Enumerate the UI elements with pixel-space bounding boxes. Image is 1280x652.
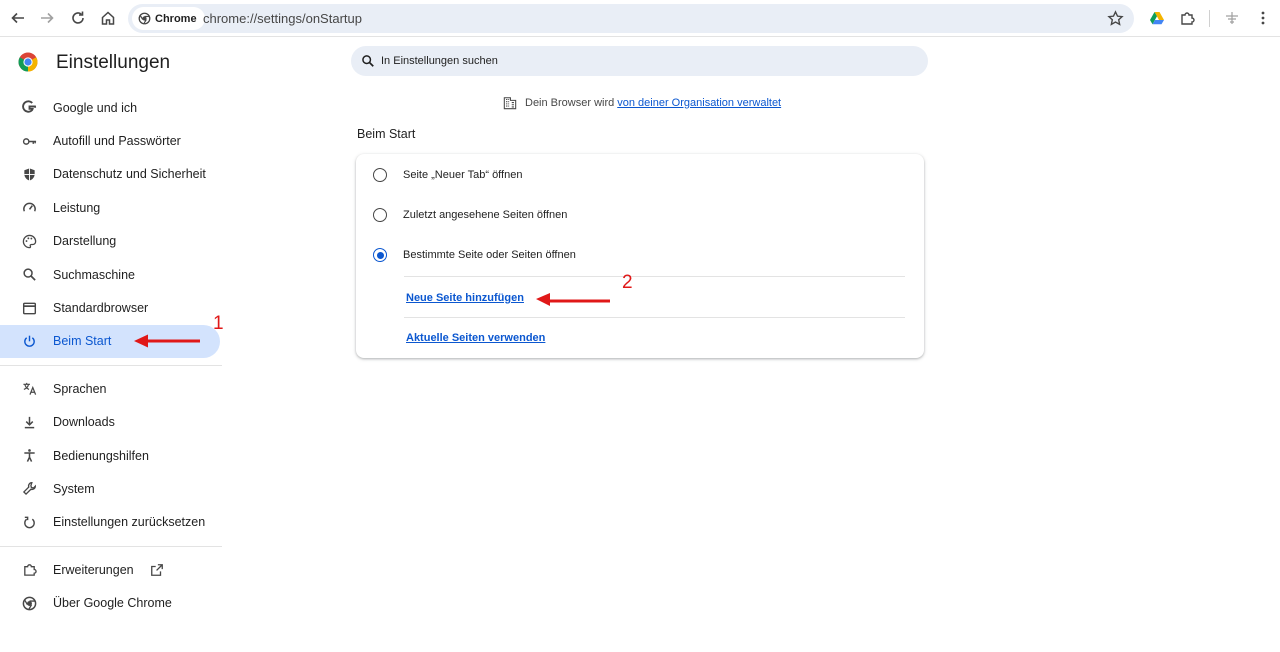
- profile-avatar-icon[interactable]: [1220, 6, 1244, 30]
- google-icon: [21, 100, 37, 116]
- card-divider: [404, 276, 905, 277]
- sidebar-item-default-browser[interactable]: Standardbrowser: [0, 291, 222, 324]
- sidebar-item-label: Leistung: [53, 200, 101, 215]
- radio-label: Zuletzt angesehene Seiten öffnen: [403, 209, 568, 221]
- wrench-icon: [21, 481, 37, 497]
- kebab-menu-icon[interactable]: [1251, 6, 1275, 30]
- sidebar-item-reset[interactable]: Einstellungen zurücksetzen: [0, 506, 222, 539]
- radio-option-new-tab[interactable]: Seite „Neuer Tab“ öffnen: [356, 155, 924, 195]
- power-icon: [21, 333, 37, 349]
- toolbar-divider: [1209, 10, 1210, 27]
- reset-icon: [21, 514, 37, 530]
- sidebar-item-performance[interactable]: Leistung: [0, 191, 222, 224]
- sidebar-item-label: Downloads: [53, 415, 115, 430]
- radio-button[interactable]: [373, 208, 387, 222]
- radio-label: Bestimmte Seite oder Seiten öffnen: [403, 249, 576, 261]
- browser-toolbar: Chrome chrome://settings/onStartup: [0, 0, 1280, 37]
- search-input[interactable]: [381, 55, 901, 67]
- reload-icon[interactable]: [66, 6, 90, 30]
- sidebar-item-label: Autofill und Passwörter: [53, 134, 181, 149]
- managed-text: Dein Browser wird: [525, 97, 615, 109]
- sidebar-item-search-engine[interactable]: Suchmaschine: [0, 258, 222, 291]
- annotation-arrow-2: [536, 293, 610, 306]
- radio-option-continue[interactable]: Zuletzt angesehene Seiten öffnen: [356, 195, 924, 235]
- accessibility-icon: [21, 448, 37, 464]
- annotation-arrow-1: [134, 334, 200, 348]
- sidebar-item-label: Suchmaschine: [53, 267, 135, 282]
- chrome-logo-icon: [18, 52, 38, 72]
- sidebar-divider: [0, 365, 222, 367]
- sidebar-item-label: System: [53, 481, 95, 496]
- forward-arrow-icon[interactable]: [35, 6, 59, 30]
- search-icon: [362, 55, 374, 67]
- sidebar-item-label: Standardbrowser: [53, 301, 149, 316]
- section-title: Beim Start: [357, 127, 416, 141]
- sidebar-item-autofill[interactable]: Autofill und Passwörter: [0, 124, 222, 157]
- page-title: Einstellungen: [56, 52, 171, 73]
- sidebar-item-label: Bedienungshilfen: [53, 448, 149, 463]
- radio-option-specific-pages[interactable]: Bestimmte Seite oder Seiten öffnen: [356, 235, 924, 275]
- chrome-icon: [138, 12, 151, 25]
- sidebar-item-downloads[interactable]: Downloads: [0, 406, 222, 439]
- back-arrow-icon[interactable]: [6, 6, 30, 30]
- url-text[interactable]: chrome://settings/onStartup: [203, 11, 362, 26]
- sidebar-item-label: Google und ich: [53, 100, 138, 115]
- bookmark-star-icon[interactable]: [1107, 10, 1124, 27]
- chrome-site-chip[interactable]: Chrome: [132, 7, 205, 30]
- managed-link[interactable]: von deiner Organisation verwaltet: [617, 97, 781, 109]
- on-startup-card: Seite „Neuer Tab“ öffnen Zuletzt angeseh…: [356, 154, 924, 358]
- palette-icon: [21, 233, 37, 249]
- sidebar-item-accessibility[interactable]: Bedienungshilfen: [0, 439, 222, 472]
- address-bar[interactable]: Chrome chrome://settings/onStartup: [128, 4, 1134, 33]
- key-icon: [21, 133, 37, 149]
- annotation-marker-2: 2: [622, 272, 633, 293]
- browser-window-icon: [21, 300, 37, 316]
- building-icon: [503, 97, 517, 110]
- sidebar-item-appearance[interactable]: Darstellung: [0, 225, 222, 258]
- sidebar-item-extensions[interactable]: Erweiterungen: [0, 553, 222, 586]
- sidebar-item-label: Darstellung: [53, 234, 117, 249]
- sidebar-item-label: Erweiterungen: [53, 562, 134, 577]
- home-icon[interactable]: [96, 6, 120, 30]
- sidebar-item-google[interactable]: Google und ich: [0, 91, 222, 124]
- sidebar-item-label: Über Google Chrome: [53, 596, 172, 611]
- chip-label: Chrome: [155, 12, 197, 25]
- sidebar-item-languages[interactable]: Sprachen: [0, 372, 222, 405]
- search-icon: [21, 267, 37, 283]
- chrome-icon: [21, 595, 37, 611]
- shield-icon: [21, 166, 37, 182]
- radio-button[interactable]: [373, 168, 387, 182]
- settings-search-bar[interactable]: [351, 46, 928, 76]
- use-current-pages-link[interactable]: Aktuelle Seiten verwenden: [406, 332, 545, 344]
- annotation-marker-1: 1: [213, 313, 224, 334]
- radio-button-selected[interactable]: [373, 248, 387, 262]
- card-divider: [404, 317, 905, 318]
- speedometer-icon: [21, 200, 37, 216]
- sidebar-item-label: Datenschutz und Sicherheit: [53, 167, 206, 182]
- extensions-puzzle-icon[interactable]: [1175, 6, 1199, 30]
- sidebar-divider: [0, 546, 222, 548]
- sidebar-item-label: Einstellungen zurücksetzen: [53, 515, 206, 530]
- sidebar-item-privacy[interactable]: Datenschutz und Sicherheit: [0, 158, 222, 191]
- radio-label: Seite „Neuer Tab“ öffnen: [403, 169, 523, 181]
- sidebar-item-system[interactable]: System: [0, 472, 222, 505]
- translate-icon: [21, 381, 37, 397]
- sidebar-item-label: Beim Start: [53, 334, 112, 349]
- download-icon: [21, 414, 37, 430]
- settings-sidebar-nav: Google und ich Autofill und Passwörter D…: [0, 91, 222, 620]
- google-drive-icon[interactable]: [1145, 6, 1169, 30]
- managed-by-organization-notice: Dein Browser wird von deiner Organisatio…: [503, 96, 781, 110]
- puzzle-icon: [21, 562, 37, 578]
- sidebar-item-about-chrome[interactable]: Über Google Chrome: [0, 586, 222, 619]
- sidebar-item-label: Sprachen: [53, 381, 107, 396]
- add-new-page-link[interactable]: Neue Seite hinzufügen: [406, 292, 524, 304]
- open-in-new-icon: [150, 563, 163, 576]
